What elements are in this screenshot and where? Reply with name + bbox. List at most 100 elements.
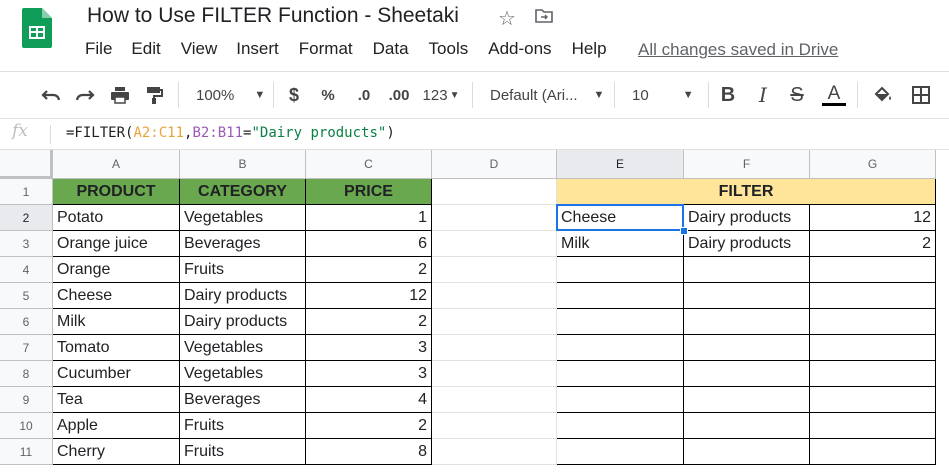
row-header-7[interactable]: 7 bbox=[0, 335, 53, 361]
filter-cell[interactable] bbox=[684, 257, 810, 283]
menu-insert[interactable]: Insert bbox=[236, 39, 286, 59]
filter-cell[interactable] bbox=[810, 257, 936, 283]
grid-cell[interactable] bbox=[432, 335, 557, 361]
star-icon[interactable]: ☆ bbox=[498, 6, 516, 31]
filter-cell[interactable] bbox=[557, 283, 684, 309]
currency-format-button[interactable]: $ bbox=[285, 84, 303, 106]
row-header-5[interactable]: 5 bbox=[0, 283, 53, 309]
column-header-a[interactable]: A bbox=[53, 150, 180, 179]
row-header-3[interactable]: 3 bbox=[0, 231, 53, 257]
menu-data[interactable]: Data bbox=[373, 39, 416, 59]
filter-cell[interactable] bbox=[557, 387, 684, 413]
table-cell[interactable]: 2 bbox=[306, 413, 432, 439]
table-cell[interactable]: Tomato bbox=[53, 335, 180, 361]
filter-cell[interactable] bbox=[557, 439, 684, 465]
grid-cell[interactable] bbox=[432, 413, 557, 439]
menu-format[interactable]: Format bbox=[299, 39, 360, 59]
filter-result-cell[interactable]: Dairy products bbox=[684, 205, 810, 231]
table-cell[interactable]: Cucumber bbox=[53, 361, 180, 387]
table-cell[interactable]: Milk bbox=[53, 309, 180, 335]
filter-cell[interactable] bbox=[557, 309, 684, 335]
table-cell[interactable]: Vegetables bbox=[180, 205, 306, 231]
table-cell[interactable]: Fruits bbox=[180, 439, 306, 465]
table-cell[interactable]: 8 bbox=[306, 439, 432, 465]
filter-cell[interactable] bbox=[810, 387, 936, 413]
table-header-price[interactable]: PRICE bbox=[306, 179, 432, 205]
grid-cell[interactable] bbox=[432, 283, 557, 309]
filter-cell[interactable] bbox=[684, 309, 810, 335]
table-header-product[interactable]: PRODUCT bbox=[53, 179, 180, 205]
menu-help[interactable]: Help bbox=[572, 39, 614, 59]
table-cell[interactable]: 1 bbox=[306, 205, 432, 231]
row-header-8[interactable]: 8 bbox=[0, 361, 53, 387]
table-header-category[interactable]: CATEGORY bbox=[180, 179, 306, 205]
grid-cell[interactable] bbox=[432, 361, 557, 387]
table-cell[interactable]: 12 bbox=[306, 283, 432, 309]
filter-cell[interactable] bbox=[810, 361, 936, 387]
sheets-logo-icon[interactable] bbox=[22, 8, 52, 48]
filter-cell[interactable] bbox=[810, 335, 936, 361]
table-cell[interactable]: 3 bbox=[306, 335, 432, 361]
formula-input[interactable]: =FILTER(A2:C11,B2:B11="Dairy products") bbox=[66, 125, 395, 141]
strikethrough-button[interactable]: S bbox=[788, 84, 806, 106]
row-header-10[interactable]: 10 bbox=[0, 413, 53, 439]
grid-cell[interactable] bbox=[432, 387, 557, 413]
filter-cell[interactable] bbox=[557, 361, 684, 387]
column-header-e[interactable]: E bbox=[557, 150, 684, 179]
menu-view[interactable]: View bbox=[181, 39, 225, 59]
font-size-select[interactable]: 10 ▼ bbox=[632, 84, 698, 106]
row-header-2[interactable]: 2 bbox=[0, 205, 53, 231]
more-formats-button[interactable]: 123 ▼ bbox=[420, 84, 462, 106]
table-cell[interactable]: Fruits bbox=[180, 257, 306, 283]
table-cell[interactable]: 2 bbox=[306, 309, 432, 335]
filter-cell[interactable] bbox=[684, 361, 810, 387]
table-cell[interactable]: 3 bbox=[306, 361, 432, 387]
menu-edit[interactable]: Edit bbox=[131, 39, 167, 59]
filter-result-cell[interactable]: Cheese bbox=[557, 205, 684, 231]
redo-icon[interactable] bbox=[74, 84, 96, 106]
undo-icon[interactable] bbox=[40, 84, 62, 106]
row-header-11[interactable]: 11 bbox=[0, 439, 53, 465]
font-select[interactable]: Default (Ari... ▼ bbox=[490, 84, 604, 106]
filter-cell[interactable] bbox=[810, 283, 936, 309]
row-header-4[interactable]: 4 bbox=[0, 257, 53, 283]
table-cell[interactable]: Potato bbox=[53, 205, 180, 231]
column-header-g[interactable]: G bbox=[810, 150, 936, 179]
filter-cell[interactable] bbox=[557, 413, 684, 439]
grid-cell[interactable] bbox=[432, 179, 557, 205]
bold-button[interactable]: B bbox=[719, 84, 737, 106]
fill-handle[interactable] bbox=[680, 227, 688, 235]
menu-addons[interactable]: Add-ons bbox=[488, 39, 558, 59]
column-header-f[interactable]: F bbox=[684, 150, 810, 179]
filter-cell[interactable] bbox=[557, 257, 684, 283]
text-color-button[interactable]: A bbox=[820, 84, 848, 106]
table-cell[interactable]: Orange juice bbox=[53, 231, 180, 257]
table-cell[interactable]: 6 bbox=[306, 231, 432, 257]
row-header-9[interactable]: 9 bbox=[0, 387, 53, 413]
filter-cell[interactable] bbox=[684, 439, 810, 465]
grid-cell[interactable] bbox=[432, 205, 557, 231]
table-cell[interactable]: Dairy products bbox=[180, 309, 306, 335]
filter-header[interactable]: FILTER bbox=[557, 179, 936, 205]
table-cell[interactable]: Cheese bbox=[53, 283, 180, 309]
grid-cell[interactable] bbox=[432, 257, 557, 283]
table-cell[interactable]: Fruits bbox=[180, 413, 306, 439]
zoom-select[interactable]: 100% ▼ bbox=[196, 84, 266, 106]
table-cell[interactable]: Apple bbox=[53, 413, 180, 439]
row-header-1[interactable]: 1 bbox=[0, 179, 53, 205]
filter-result-cell[interactable]: 2 bbox=[810, 231, 936, 257]
grid-cell[interactable] bbox=[432, 439, 557, 465]
save-status-link[interactable]: All changes saved in Drive bbox=[638, 40, 838, 60]
table-cell[interactable]: 4 bbox=[306, 387, 432, 413]
table-cell[interactable]: Cherry bbox=[53, 439, 180, 465]
filter-result-cell[interactable]: Milk bbox=[557, 231, 684, 257]
menu-file[interactable]: File bbox=[85, 39, 119, 59]
italic-button[interactable]: I bbox=[754, 83, 772, 107]
column-header-c[interactable]: C bbox=[306, 150, 432, 179]
paint-format-icon[interactable] bbox=[143, 84, 165, 106]
filter-cell[interactable] bbox=[557, 335, 684, 361]
fill-color-icon[interactable] bbox=[872, 84, 894, 106]
table-cell[interactable]: Vegetables bbox=[180, 361, 306, 387]
table-cell[interactable]: Beverages bbox=[180, 387, 306, 413]
filter-cell[interactable] bbox=[684, 283, 810, 309]
